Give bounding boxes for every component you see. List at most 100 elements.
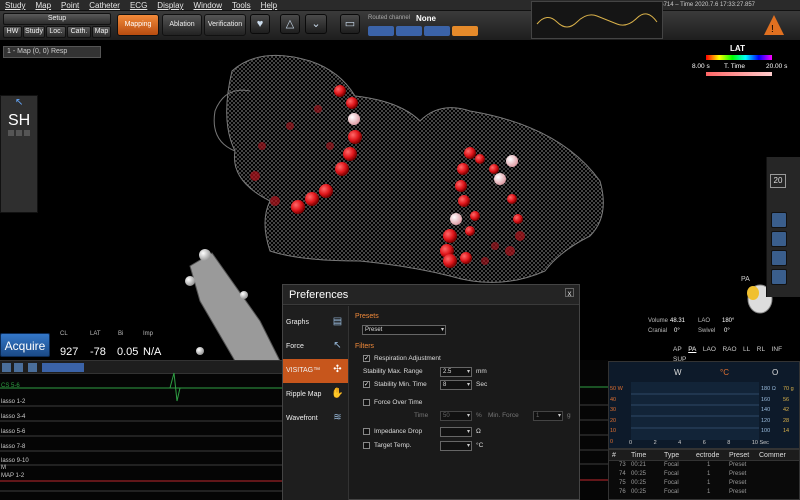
axis-tick: 100: [761, 428, 771, 434]
tool-icon[interactable]: [771, 212, 787, 228]
setup-tab-study[interactable]: Study: [23, 26, 45, 38]
view-ll[interactable]: LL: [743, 346, 750, 353]
tool-icon[interactable]: [771, 250, 787, 266]
verification-button[interactable]: Verification: [204, 14, 246, 36]
cell: 1: [707, 489, 711, 495]
routed-btn-1[interactable]: [368, 26, 394, 36]
close-icon[interactable]: x: [565, 288, 574, 298]
lat-header: LAT: [90, 331, 101, 337]
filters-heading: Filters: [355, 343, 375, 350]
view-pa[interactable]: PA: [688, 346, 696, 353]
col-time[interactable]: Time: [631, 450, 646, 461]
pointer-icon[interactable]: ↖: [15, 97, 23, 108]
cell: 73: [619, 462, 626, 468]
preferences-sidebar: Graphs ▤ Force ↖ VISITAG™ ✣ Ripple Map ✋…: [283, 306, 349, 500]
lead-map-1-2: MAP 1-2: [1, 473, 25, 479]
menu-tools[interactable]: Tools: [227, 0, 256, 10]
menu-window[interactable]: Window: [189, 0, 227, 10]
routed-btn-3[interactable]: [424, 26, 450, 36]
setup-tab-hw[interactable]: HW: [3, 26, 22, 38]
view-rao[interactable]: RAO: [722, 346, 736, 353]
view-lao[interactable]: LAO: [703, 346, 716, 353]
cell: 76: [619, 489, 626, 495]
view-inf[interactable]: INF: [772, 346, 782, 353]
stability-time-select[interactable]: 8: [440, 380, 472, 390]
cranial-value: 0°: [674, 328, 680, 334]
acquire-button[interactable]: Acquire: [0, 333, 50, 357]
respiration-checkbox[interactable]: ✓: [363, 355, 370, 362]
routed-btn-2[interactable]: [396, 26, 422, 36]
col-electrode[interactable]: ectrode: [696, 450, 719, 461]
count-box[interactable]: 20: [770, 174, 786, 188]
preset-select[interactable]: Preset: [362, 325, 446, 335]
toolbar: Setup HW Study Loc. Cath. Map Mapping Ab…: [0, 1, 800, 41]
view-rl[interactable]: RL: [757, 346, 765, 353]
panel-square-icon[interactable]: [24, 130, 30, 136]
menu-ecg[interactable]: ECG: [125, 0, 152, 10]
force-over-time-checkbox[interactable]: [363, 399, 370, 406]
routed-channel: Routed channel None: [366, 13, 496, 39]
stability-time-label: Stability Min. Time: [374, 381, 427, 388]
right-axis: 180 Ω 160 140 120 100: [761, 384, 776, 437]
map-selector[interactable]: 1 - Map (0, 0) Resp: [3, 46, 101, 58]
menu-point[interactable]: Point: [56, 0, 84, 10]
axis-tick: 4: [678, 440, 682, 446]
pref-tab-graphs[interactable]: Graphs ▤: [283, 311, 348, 335]
col-number[interactable]: #: [612, 450, 616, 461]
view-ap[interactable]: AP: [673, 346, 682, 353]
target-temp-checkbox[interactable]: [363, 442, 370, 449]
menu-bar: Study Map Point Catheter ECG Display Win…: [0, 0, 800, 11]
setup-tab-cath[interactable]: Cath.: [67, 26, 91, 38]
left-axis: 50 W 40 30 20 10 0: [610, 384, 623, 447]
ablation-button[interactable]: Ablation: [162, 14, 202, 36]
menu-display[interactable]: Display: [152, 0, 188, 10]
routed-btn-4[interactable]: [452, 26, 478, 36]
routed-channel-value: None: [416, 14, 436, 23]
monitor-icon[interactable]: ▭: [340, 14, 360, 34]
stability-time-checkbox[interactable]: ✓: [363, 381, 370, 388]
menu-help[interactable]: Help: [256, 0, 282, 10]
menu-catheter[interactable]: Catheter: [84, 0, 125, 10]
respiration-label: Respiration Adjustment: [374, 355, 441, 362]
menu-map[interactable]: Map: [30, 0, 56, 10]
tool-icon[interactable]: [771, 231, 787, 247]
stability-range-select[interactable]: 2.5: [440, 367, 472, 377]
pref-tab-label: Ripple Map: [286, 391, 322, 398]
target-temp-unit: °C: [476, 442, 484, 449]
setup-tab-map[interactable]: Map: [92, 26, 111, 38]
pref-tab-wavefront[interactable]: Wavefront ≋: [283, 407, 348, 431]
axis-tick: 10 Sec: [751, 440, 769, 446]
col-comment[interactable]: Commer: [759, 450, 786, 461]
cell: Focal: [664, 480, 679, 486]
catheter-icon[interactable]: ⌄: [305, 14, 327, 34]
ecg-traces: [0, 372, 283, 492]
triangle-icon[interactable]: △: [280, 14, 300, 34]
heart-icon[interactable]: ♥: [250, 14, 270, 34]
lead-lasso-7-8: lasso 7-8: [1, 444, 26, 450]
shell-mode-label[interactable]: SH: [8, 112, 30, 130]
mini-ecg-preview: [531, 1, 663, 39]
min-force-select[interactable]: 1: [533, 411, 563, 421]
panel-square-icon[interactable]: [8, 130, 14, 136]
warning-icon[interactable]: !: [763, 14, 785, 36]
pa-tag: PA: [741, 276, 750, 283]
impedance-checkbox[interactable]: [363, 428, 370, 435]
pref-tab-ripple-map[interactable]: Ripple Map ✋: [283, 383, 348, 407]
pref-tab-label: Wavefront: [286, 415, 318, 422]
setup-tab-loc[interactable]: Loc.: [46, 26, 66, 38]
menu-study[interactable]: Study: [0, 0, 30, 10]
pref-tab-force[interactable]: Force ↖: [283, 335, 348, 359]
col-type[interactable]: Type: [664, 450, 679, 461]
time-select[interactable]: 50: [440, 411, 472, 421]
col-preset[interactable]: Preset: [729, 450, 749, 461]
preferences-content: Presets Preset Filters ✓ Respiration Adj…: [350, 306, 579, 500]
impedance-select[interactable]: [440, 427, 472, 437]
mapping-button[interactable]: Mapping: [117, 14, 159, 36]
tool-icon[interactable]: [771, 269, 787, 285]
panel-square-icon[interactable]: [16, 130, 22, 136]
pref-tab-visitag[interactable]: VISITAG™ ✣: [283, 359, 348, 383]
axis-tick: 160: [761, 396, 771, 403]
target-temp-select[interactable]: [440, 441, 472, 451]
axis-tick: 10: [610, 428, 617, 434]
setup-button[interactable]: Setup: [3, 13, 111, 25]
